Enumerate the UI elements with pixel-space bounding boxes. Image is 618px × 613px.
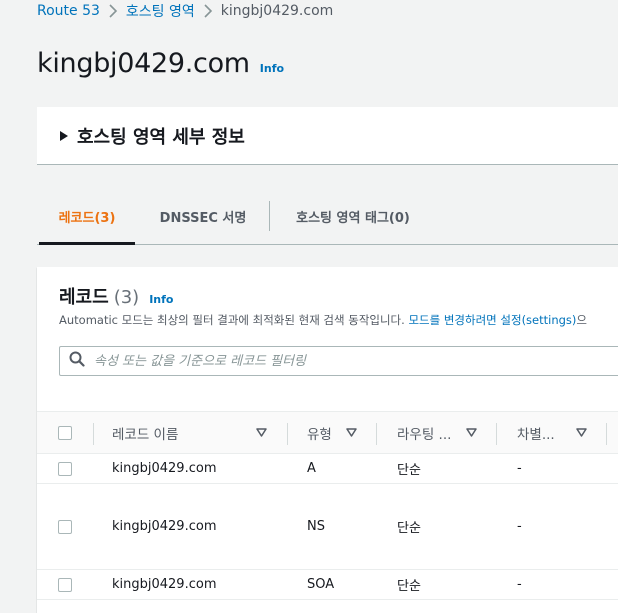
record-routing-cell: 단순 <box>397 463 421 478</box>
breadcrumb: Route 53 호스팅 영역 kingbj0429.com <box>37 2 333 20</box>
record-filter-input[interactable] <box>94 353 618 369</box>
record-routing-cell: 단순 <box>397 521 421 536</box>
breadcrumb-route53[interactable]: Route 53 <box>37 3 100 19</box>
chevron-right-icon <box>100 2 126 20</box>
records-container: 레코드 (3) Info Automatic 모드는 최상의 필터 결과에 최적… <box>37 267 618 613</box>
table-row[interactable]: kingbj0429.com A 단순 - <box>37 454 618 484</box>
record-differentiator-cell: - <box>517 461 522 476</box>
record-type-cell: A <box>307 461 316 476</box>
column-divider <box>287 423 288 445</box>
column-header-routing[interactable]: 라우팅 ... <box>397 412 451 453</box>
breadcrumb-current: kingbj0429.com <box>220 3 334 19</box>
column-header-differentiator[interactable]: 차별... <box>517 412 555 453</box>
record-differentiator-cell: - <box>517 519 522 534</box>
records-info-link[interactable]: Info <box>149 293 173 306</box>
column-header-type[interactable]: 유형 <box>307 412 332 453</box>
records-count: (3) <box>113 287 140 308</box>
table-header: 레코드 이름 유형 라우팅 ... 차별... <box>37 411 618 454</box>
records-description: Automatic 모드는 최상의 필터 결과에 최적화된 현재 검색 동작입니… <box>59 312 587 328</box>
record-name-cell: kingbj0429.com <box>112 461 217 476</box>
tab-tags-label: 호스팅 영역 태그(0) <box>296 210 410 226</box>
select-all-cell <box>58 412 72 453</box>
records-heading: 레코드 <box>59 287 109 308</box>
caret-right-icon <box>59 130 71 142</box>
tab-tags[interactable]: 호스팅 영역 태그(0) <box>270 188 436 244</box>
tab-dnssec-label: DNSSEC 서명 <box>159 210 247 226</box>
tab-dnssec[interactable]: DNSSEC 서명 <box>137 188 269 244</box>
tab-records[interactable]: 레코드(3) <box>37 188 137 245</box>
column-divider <box>606 423 607 445</box>
page-title: kingbj0429.com <box>37 48 250 79</box>
column-divider <box>376 423 377 445</box>
change-mode-settings-link[interactable]: 모드를 변경하려면 설정(settings) <box>408 313 576 327</box>
sort-down-icon[interactable] <box>466 412 477 453</box>
record-type-cell: SOA <box>307 577 335 592</box>
row-select-cell <box>58 454 72 483</box>
select-all-checkbox[interactable] <box>58 425 72 440</box>
record-filter <box>59 346 618 376</box>
page-header: kingbj0429.com Info <box>37 48 284 79</box>
search-icon <box>69 351 85 371</box>
row-checkbox[interactable] <box>58 461 72 476</box>
column-divider <box>93 423 94 445</box>
breadcrumb-hosted-zones[interactable]: 호스팅 영역 <box>126 1 195 21</box>
records-description-suffix: 으 <box>576 313 587 327</box>
table-row[interactable]: kingbj0429.com NS 단순 - <box>37 484 618 570</box>
records-header: 레코드 (3) Info <box>59 283 173 309</box>
title-info-link[interactable]: Info <box>260 62 284 75</box>
column-header-record-name[interactable]: 레코드 이름 <box>112 412 178 453</box>
sort-down-icon[interactable] <box>346 412 357 453</box>
hosted-zone-details-label: 호스팅 영역 세부 정보 <box>77 126 245 148</box>
record-name-cell: kingbj0429.com <box>112 519 217 534</box>
row-checkbox[interactable] <box>58 577 72 592</box>
record-differentiator-cell: - <box>517 577 522 592</box>
route53-hosted-zone-page: Route 53 호스팅 영역 kingbj0429.com kingbj042… <box>0 0 618 613</box>
records-description-text: Automatic 모드는 최상의 필터 결과에 최적화된 현재 검색 동작입니… <box>59 313 409 327</box>
record-name-cell: kingbj0429.com <box>112 577 217 592</box>
record-routing-cell: 단순 <box>397 579 421 594</box>
tab-bar: 레코드(3) DNSSEC 서명 호스팅 영역 태그(0) <box>37 188 618 245</box>
row-select-cell <box>58 570 72 599</box>
table-row[interactable]: kingbj0429.com SOA 단순 - <box>37 570 618 600</box>
tab-records-label: 레코드(3) <box>58 210 116 226</box>
chevron-right-icon <box>195 2 221 20</box>
sort-down-icon[interactable] <box>576 412 587 453</box>
sort-down-icon[interactable] <box>256 412 267 453</box>
record-type-cell: NS <box>307 519 325 534</box>
row-checkbox[interactable] <box>58 519 72 534</box>
records-table: 레코드 이름 유형 라우팅 ... 차별... kingbj0429.com A… <box>37 411 618 600</box>
hosted-zone-details-toggle[interactable]: 호스팅 영역 세부 정보 <box>37 107 618 165</box>
row-select-cell <box>58 484 72 569</box>
column-divider <box>496 423 497 445</box>
